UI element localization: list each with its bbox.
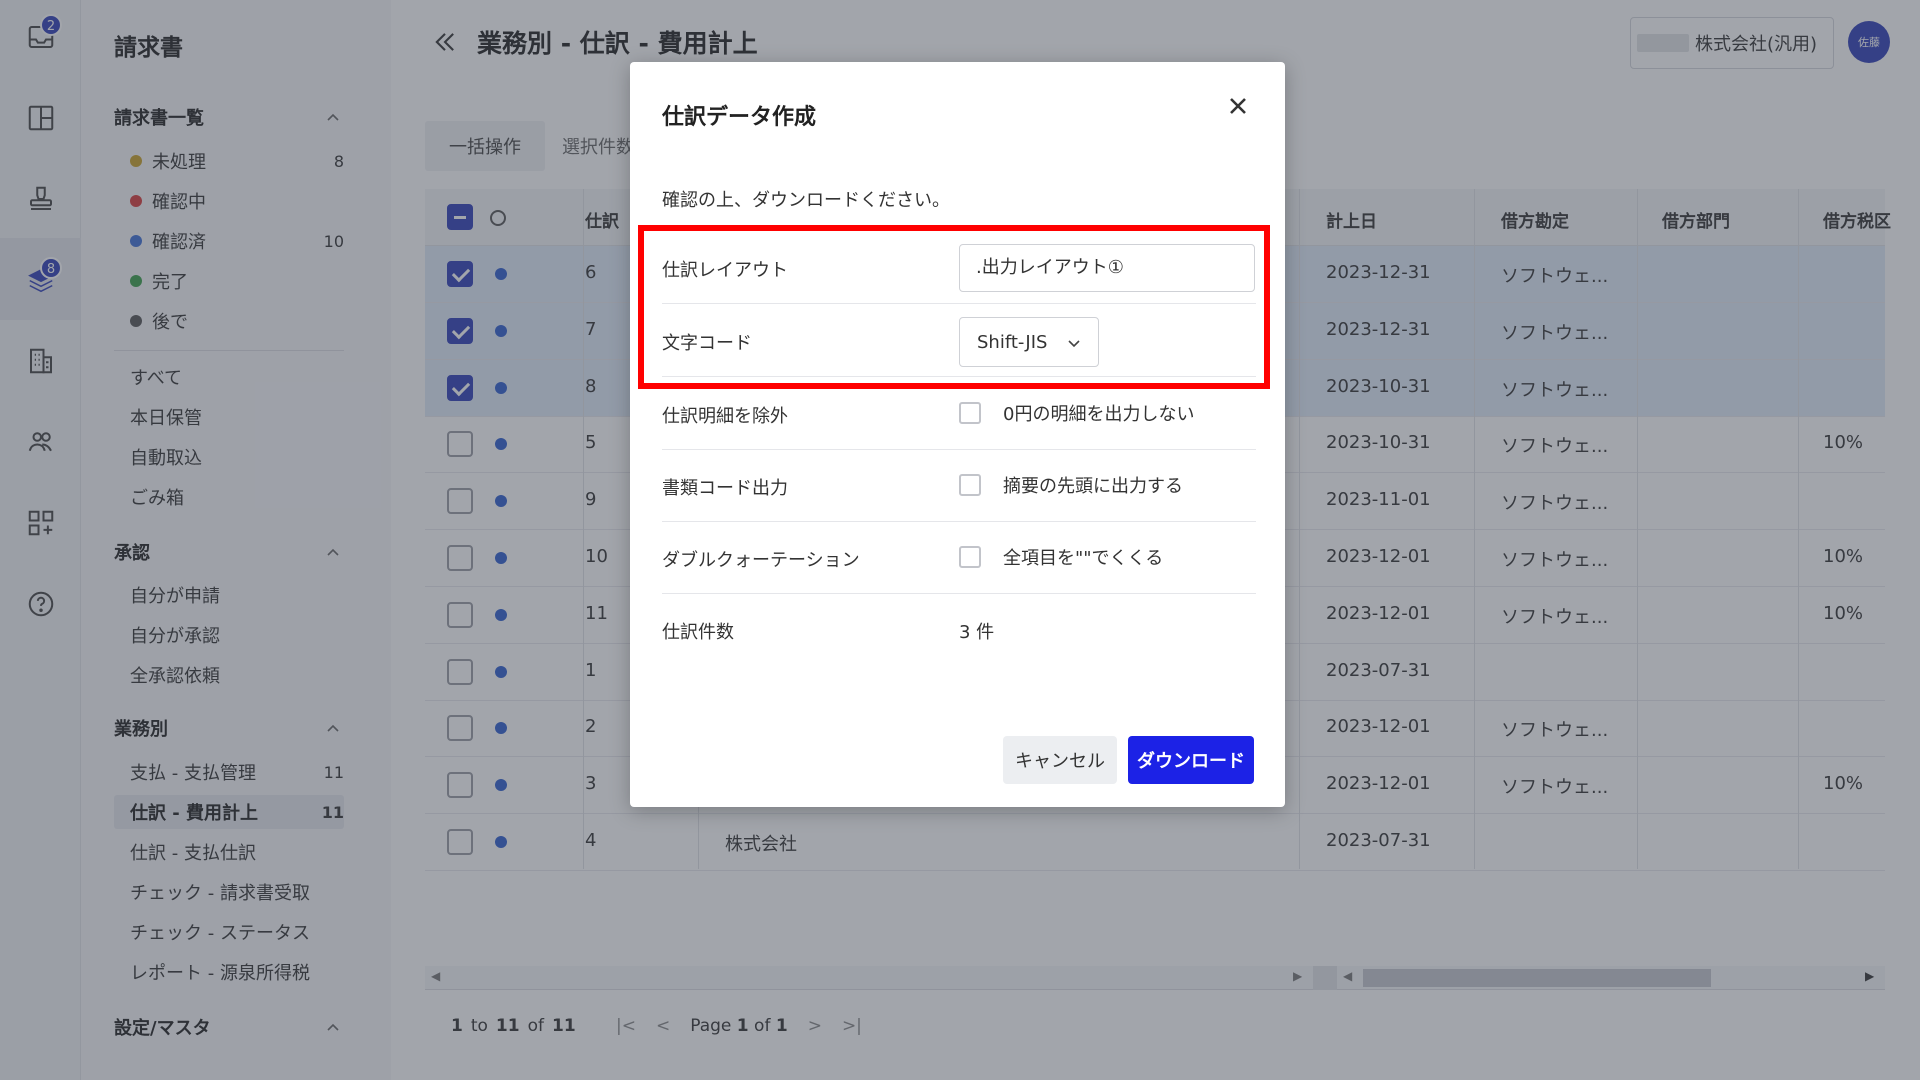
checkbox-box[interactable] — [959, 402, 981, 424]
red-highlight-box — [638, 225, 1270, 389]
exclude-zero-checkbox[interactable]: 0円の明細を出力しない — [959, 400, 1194, 426]
row-doc-code: 書類コード出力 摘要の先頭に出力する — [662, 450, 1256, 522]
cancel-button[interactable]: キャンセル — [1003, 736, 1117, 784]
checkbox-box[interactable] — [959, 474, 981, 496]
checkbox-box[interactable] — [959, 546, 981, 568]
checkbox-label: 摘要の先頭に出力する — [1003, 476, 1183, 497]
dialog-title: 仕訳データ作成 — [662, 105, 817, 130]
doc-code-label: 書類コード出力 — [662, 478, 788, 499]
double-quote-checkbox[interactable]: 全項目を""でくくる — [959, 544, 1163, 570]
double-quote-label: ダブルクォーテーション — [662, 550, 860, 571]
doc-code-checkbox[interactable]: 摘要の先頭に出力する — [959, 472, 1183, 498]
journal-count-label: 仕訳件数 — [662, 622, 734, 643]
journal-export-dialog: 仕訳データ作成 確認の上、ダウンロードください。 仕訳レイアウト .出力レイアウ… — [630, 62, 1285, 807]
checkbox-label: 全項目を""でくくる — [1003, 548, 1164, 569]
exclude-details-label: 仕訳明細を除外 — [662, 406, 788, 427]
row-double-quote: ダブルクォーテーション 全項目を""でくくる — [662, 522, 1256, 594]
close-icon[interactable] — [1224, 92, 1252, 120]
download-button[interactable]: ダウンロード — [1128, 736, 1254, 784]
row-journal-count: 仕訳件数 3 件 — [662, 594, 1256, 666]
checkbox-label: 0円の明細を出力しない — [1003, 404, 1195, 425]
dialog-subtitle: 確認の上、ダウンロードください。 — [662, 190, 950, 211]
journal-count-value: 3 件 — [959, 622, 995, 643]
